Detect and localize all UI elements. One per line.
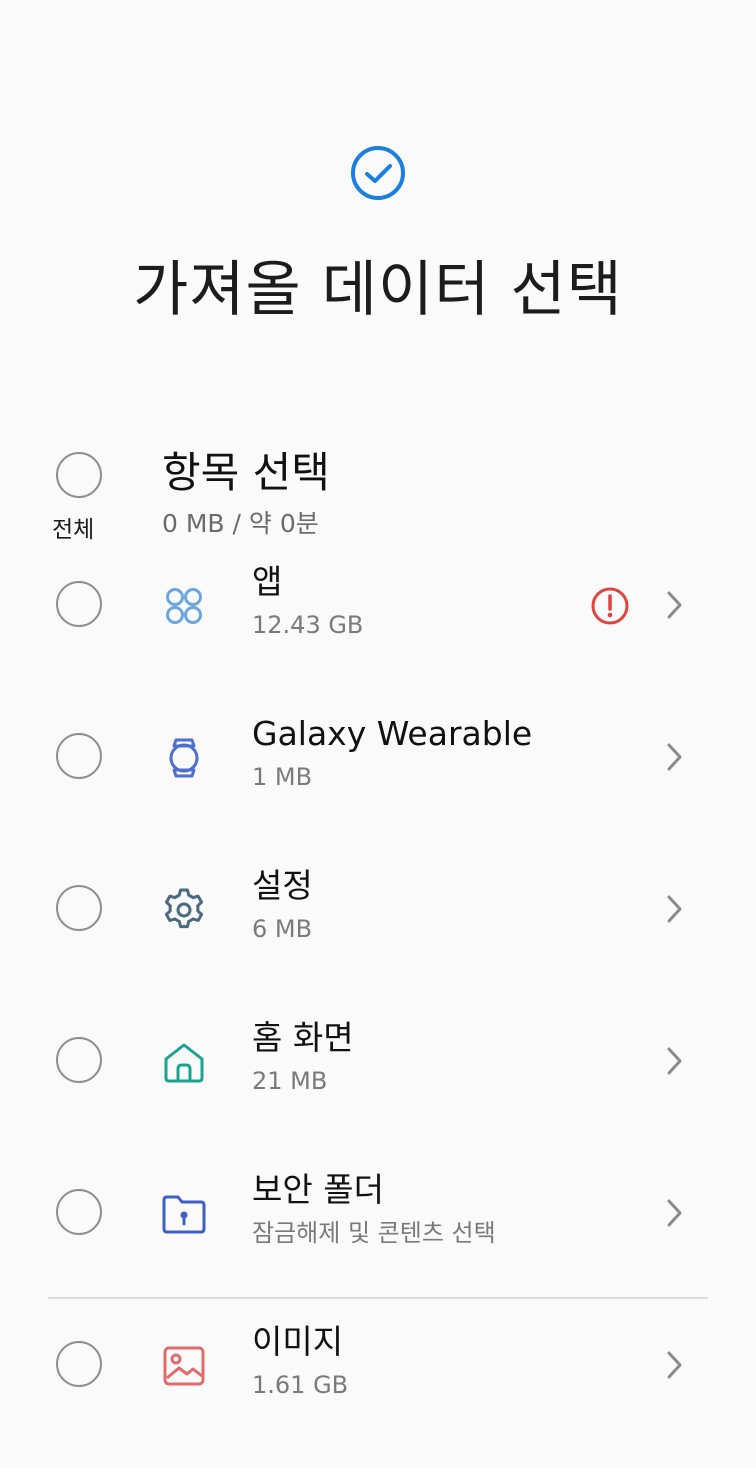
chevron-right-icon[interactable] [662,739,686,775]
list-item-apps[interactable]: 앱 12.43 GB [0,537,756,689]
item-description: 잠금해제 및 콘텐츠 선택 [252,1219,496,1247]
list-item-settings[interactable]: 설정 6 MB [0,841,756,993]
data-selection-screen: 가져올 데이터 선택 전체 항목 선택 0 MB / 약 0분 앱 12.43 … [0,0,756,1468]
select-all-radio[interactable] [56,452,102,498]
chevron-right-icon[interactable] [662,587,686,623]
item-radio[interactable] [56,581,102,627]
warning-icon[interactable] [590,586,630,626]
check-circle-icon [351,146,405,200]
item-title: 이미지 [252,1322,344,1361]
chevron-right-icon[interactable] [662,1347,686,1383]
item-size: 12.43 GB [252,611,364,639]
item-radio[interactable] [56,1189,102,1235]
chevron-right-icon[interactable] [662,1043,686,1079]
item-title: 앱 [252,562,283,601]
list-item-secure-folder[interactable]: 보안 폴더 잠금해제 및 콘텐츠 선택 [0,1145,756,1297]
list-item-home-screen[interactable]: 홈 화면 21 MB [0,993,756,1145]
item-title: Galaxy Wearable [252,714,533,753]
list-item-images[interactable]: 이미지 1.61 GB [0,1297,756,1449]
chevron-right-icon[interactable] [662,891,686,927]
home-icon [164,1043,204,1083]
item-title: 보안 폴더 [252,1170,384,1209]
item-radio[interactable] [56,733,102,779]
apps-grid-icon [166,588,202,624]
page-title: 가져올 데이터 선택 [133,255,623,325]
watch-icon [169,738,199,778]
section-title: 항목 선택 [162,448,330,497]
item-radio[interactable] [56,885,102,931]
item-size: 6 MB [252,915,313,943]
image-icon [163,1346,205,1386]
secure-folder-icon [162,1195,206,1234]
item-size: 1 MB [252,763,313,791]
item-title: 설정 [252,866,313,905]
item-radio[interactable] [56,1037,102,1083]
list-item-galaxy-wearable[interactable]: Galaxy Wearable 1 MB [0,689,756,841]
gear-icon [164,888,204,929]
item-title: 홈 화면 [252,1018,354,1057]
item-radio[interactable] [56,1341,102,1387]
item-size: 21 MB [252,1067,328,1095]
item-size: 1.61 GB [252,1371,349,1399]
chevron-right-icon[interactable] [662,1195,686,1231]
